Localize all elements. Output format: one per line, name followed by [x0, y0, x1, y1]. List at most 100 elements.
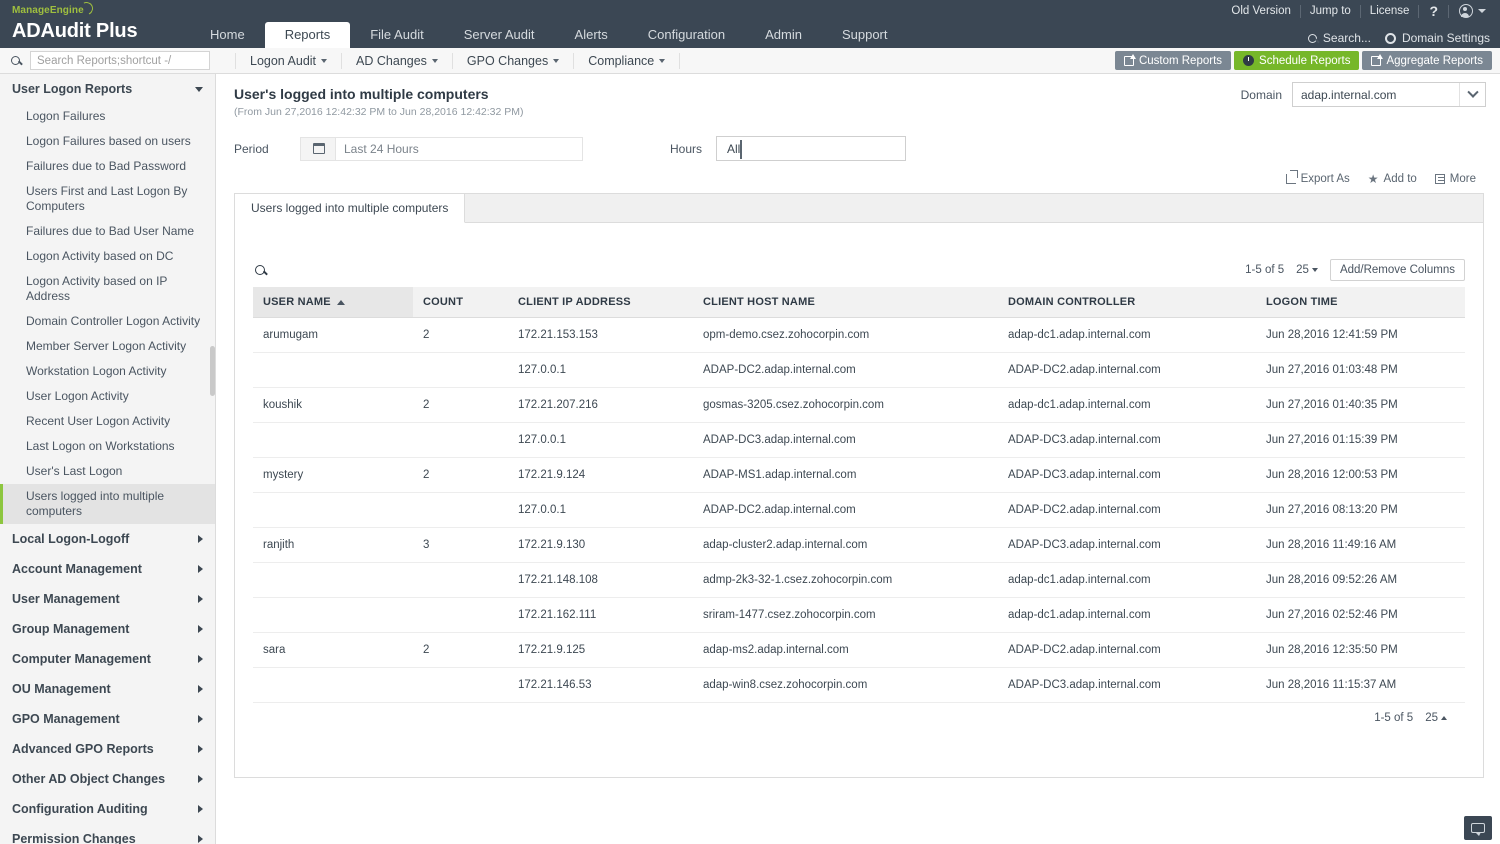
global-search-button[interactable]: Search...	[1308, 31, 1371, 45]
sidebar-item-workstation-logon-activity[interactable]: Workstation Logon Activity	[0, 359, 215, 384]
tab-users-logged-into-multiple-computers[interactable]: Users logged into multiple computers	[235, 194, 465, 223]
sidebar-item-last-logon-on-workstations[interactable]: Last Logon on Workstations	[0, 434, 215, 459]
table-row[interactable]: 172.21.146.53adap-win8.csez.zohocorpin.c…	[253, 668, 1465, 703]
nav-alerts[interactable]: Alerts	[555, 22, 628, 48]
custom-reports-button[interactable]: Custom Reports	[1115, 51, 1231, 70]
sidebar-item-logon-failures[interactable]: Logon Failures	[0, 104, 215, 129]
table-row[interactable]: 172.21.162.111sriram-1477.csez.zohocorpi…	[253, 598, 1465, 633]
add-remove-columns-button[interactable]: Add/Remove Columns	[1330, 259, 1465, 281]
nav-admin[interactable]: Admin	[745, 22, 822, 48]
aggregate-reports-button[interactable]: Aggregate Reports	[1362, 51, 1492, 70]
table-row[interactable]: mystery2172.21.9.124ADAP-MS1.adap.intern…	[253, 458, 1465, 493]
add-to-button[interactable]: ★ Add to	[1368, 173, 1417, 185]
cell-logon-time: Jun 27,2016 02:52:46 PM	[1256, 598, 1465, 633]
sidebar-item-users-logged-into-multiple-computers[interactable]: Users logged into multiple computers	[0, 484, 215, 524]
sidebar-item-failures-due-to-bad-password[interactable]: Failures due to Bad Password	[0, 154, 215, 179]
sidebar-group-user-management[interactable]: User Management	[0, 584, 215, 614]
table-row[interactable]: 127.0.0.1ADAP-DC2.adap.internal.comADAP-…	[253, 493, 1465, 528]
jump-to-link[interactable]: Jump to	[1301, 0, 1360, 22]
cell-client-host-name: admp-2k3-32-1.csez.zohocorpin.com	[693, 563, 998, 598]
sidebar-group-computer-management[interactable]: Computer Management	[0, 644, 215, 674]
nav-server-audit[interactable]: Server Audit	[444, 22, 555, 48]
column-header-user-name[interactable]: USER NAME	[253, 287, 413, 318]
sidebar-group-label: Configuration Auditing	[12, 802, 148, 816]
brand-logo[interactable]: ManageEngine ADAudit Plus	[12, 0, 137, 43]
menu-compliance[interactable]: Compliance	[574, 53, 680, 69]
sidebar-group-account-management[interactable]: Account Management	[0, 554, 215, 584]
column-header-domain-controller[interactable]: DOMAIN CONTROLLER	[998, 287, 1256, 318]
sidebar-item-user-logon-activity[interactable]: User Logon Activity	[0, 384, 215, 409]
aggregate-reports-label: Aggregate Reports	[1386, 55, 1483, 67]
chevron-down-icon	[553, 59, 559, 63]
sidebar-item-failures-due-to-bad-user-name[interactable]: Failures due to Bad User Name	[0, 219, 215, 244]
domain-settings-label: Domain Settings	[1402, 31, 1490, 45]
sidebar-group-user-logon-reports[interactable]: User Logon Reports	[0, 74, 215, 104]
user-account-menu[interactable]	[1449, 4, 1490, 18]
old-version-link[interactable]: Old Version	[1222, 0, 1299, 22]
table-row[interactable]: sara2172.21.9.125adap-ms2.adap.internal.…	[253, 633, 1465, 668]
cell-client-ip-address: 172.21.9.125	[508, 633, 693, 668]
table-row[interactable]: koushik2172.21.207.216gosmas-3205.csez.z…	[253, 388, 1465, 423]
nav-file-audit[interactable]: File Audit	[350, 22, 443, 48]
table-row[interactable]: ranjith3172.21.9.130adap-cluster2.adap.i…	[253, 528, 1465, 563]
export-as-button[interactable]: Export As	[1286, 173, 1350, 185]
sidebar-group-gpo-management[interactable]: GPO Management	[0, 704, 215, 734]
hours-dropdown[interactable]: All	[716, 136, 906, 161]
table-row[interactable]: 172.21.148.108admp-2k3-32-1.csez.zohocor…	[253, 563, 1465, 598]
period-picker[interactable]: Last 24 Hours	[300, 137, 583, 161]
chevron-up-icon	[1441, 716, 1447, 720]
nav-configuration[interactable]: Configuration	[628, 22, 745, 48]
column-header-logon-time[interactable]: LOGON TIME	[1256, 287, 1465, 318]
menu-ad-changes[interactable]: AD Changes	[342, 53, 453, 69]
footer-page-size-dropdown[interactable]: 25	[1425, 712, 1447, 724]
sidebar-group-ou-management[interactable]: OU Management	[0, 674, 215, 704]
more-button[interactable]: More	[1435, 173, 1476, 185]
table-row[interactable]: 127.0.0.1ADAP-DC2.adap.internal.comADAP-…	[253, 353, 1465, 388]
sidebar-group-advanced-gpo-reports[interactable]: Advanced GPO Reports	[0, 734, 215, 764]
nav-support[interactable]: Support	[822, 22, 908, 48]
domain-settings-button[interactable]: Domain Settings	[1385, 31, 1490, 45]
page-size-dropdown[interactable]: 25	[1296, 264, 1318, 276]
table-row[interactable]: arumugam2172.21.153.153opm-demo.csez.zoh…	[253, 318, 1465, 353]
sidebar-group-other-ad-object-changes[interactable]: Other AD Object Changes	[0, 764, 215, 794]
table-row[interactable]: 127.0.0.1ADAP-DC3.adap.internal.comADAP-…	[253, 423, 1465, 458]
column-header-client-ip-address[interactable]: CLIENT IP ADDRESS	[508, 287, 693, 318]
sidebar-item-domain-controller-logon-activity[interactable]: Domain Controller Logon Activity	[0, 309, 215, 334]
domain-dropdown[interactable]: adap.internal.com	[1292, 82, 1486, 107]
cell-count	[413, 598, 508, 633]
chevron-down-icon	[1312, 268, 1318, 272]
reports-search-icon-box[interactable]	[0, 48, 30, 74]
sidebar-item-logon-activity-based-on-dc[interactable]: Logon Activity based on DC	[0, 244, 215, 269]
sidebar-group-group-management[interactable]: Group Management	[0, 614, 215, 644]
cell-count: 2	[413, 458, 508, 493]
sidebar-item-logon-failures-based-on-users[interactable]: Logon Failures based on users	[0, 129, 215, 154]
sidebar-item-recent-user-logon-activity[interactable]: Recent User Logon Activity	[0, 409, 215, 434]
license-link[interactable]: License	[1361, 0, 1419, 22]
grid-search-button[interactable]	[253, 265, 265, 275]
nav-reports[interactable]: Reports	[265, 22, 351, 48]
sidebar-group-configuration-auditing[interactable]: Configuration Auditing	[0, 794, 215, 824]
nav-home[interactable]: Home	[190, 22, 265, 48]
hours-label: Hours	[670, 142, 702, 156]
help-icon[interactable]: ?	[1419, 0, 1448, 22]
sidebar-item-member-server-logon-activity[interactable]: Member Server Logon Activity	[0, 334, 215, 359]
gear-icon	[1385, 33, 1396, 44]
column-header-client-host-name[interactable]: CLIENT HOST NAME	[693, 287, 998, 318]
sidebar-scrollbar[interactable]	[210, 346, 215, 396]
sidebar-group-permission-changes[interactable]: Permission Changes	[0, 824, 215, 844]
feedback-chat-button[interactable]	[1464, 816, 1492, 840]
menu-logon-audit[interactable]: Logon Audit	[235, 53, 342, 69]
clock-icon	[1243, 55, 1254, 66]
sidebar-item-users-last-logon[interactable]: User's Last Logon	[0, 459, 215, 484]
chevron-right-icon	[198, 625, 203, 633]
sidebar-item-users-first-and-last-logon-by-computers[interactable]: Users First and Last Logon By Computers	[0, 179, 215, 219]
column-header-count[interactable]: COUNT	[413, 287, 508, 318]
sidebar-group-local-logon-logoff[interactable]: Local Logon-Logoff	[0, 524, 215, 554]
chevron-down-icon	[740, 140, 742, 158]
menu-gpo-changes[interactable]: GPO Changes	[453, 53, 574, 69]
schedule-reports-button[interactable]: Schedule Reports	[1234, 51, 1359, 70]
search-reports-input[interactable]	[30, 51, 210, 70]
sidebar-item-logon-activity-based-on-ip-address[interactable]: Logon Activity based on IP Address	[0, 269, 215, 309]
chevron-right-icon	[198, 535, 203, 543]
cell-client-host-name: opm-demo.csez.zohocorpin.com	[693, 318, 998, 353]
